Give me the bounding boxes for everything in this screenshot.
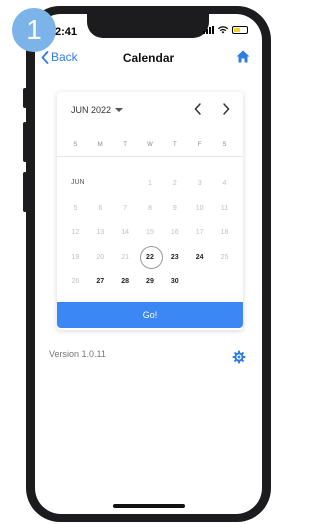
version-label: Version 1.0.11 [49,349,106,359]
step-badge: 1 [12,8,56,52]
week-row: 1 2 3 4 [63,172,237,197]
battery-icon [232,26,248,34]
volume-down-button [23,172,27,212]
day-cell: 6 [98,204,103,212]
gear-icon[interactable] [232,350,246,364]
week-row: 5 6 7 8 9 10 11 [63,197,237,222]
day-cell: 8 [148,204,152,212]
day-cell: 17 [195,229,204,237]
home-indicator[interactable] [113,504,185,508]
day-cell: 26 [71,278,80,286]
day-cell: 21 [121,253,129,261]
day-cell: 1 [148,180,152,188]
day-cell[interactable]: 23 [162,248,187,268]
weekday-header: SMTWTFS [63,142,237,148]
day-cell[interactable]: 28 [113,272,138,292]
go-button[interactable]: Go! [57,302,243,328]
calendar-card: JUN 2022 SMTWTFS 1 2 3 4 5 6 7 8 9 10 11 12 13 14 15 16… [57,92,243,330]
day-cell: 20 [96,253,105,261]
day-grid: 1 2 3 4 5 6 7 8 9 10 11 12 13 14 15 16 17 18 19 20 21 22 23 24 2… [63,172,237,295]
calendar-header: JUN 2022 [57,92,243,128]
day-cell[interactable]: 30 [162,272,187,292]
day-cell: 13 [96,229,105,237]
day-cell: 7 [123,204,128,212]
weekday-label: M [97,142,103,148]
caret-down-icon [115,108,124,112]
day-cell[interactable]: 29 [138,272,163,292]
status-bar: 2:41 [35,14,262,42]
signal-icon [203,26,214,34]
month-selector[interactable]: JUN 2022 [71,105,124,115]
status-icons [203,26,248,34]
day-cell: 2 [172,180,177,188]
day-empty [88,174,113,194]
volume-up-button [23,122,27,162]
day-empty [212,272,237,292]
day-cell[interactable]: 24 [187,248,212,268]
day-cell: 14 [121,229,129,237]
day-cell: 25 [220,253,229,261]
day-cell: 16 [170,229,179,237]
prev-month-button[interactable] [191,101,205,117]
day-empty [113,174,138,194]
day-cell: 19 [71,253,80,261]
week-row: 19 20 21 22 23 24 25 [63,245,237,271]
day-cell: 11 [220,204,229,212]
weekday-label: S [73,142,78,148]
status-time: 2:41 [55,26,78,38]
divider [57,156,243,157]
weekday-label: T [172,142,177,148]
page-title: Calendar [122,51,175,65]
home-icon[interactable] [236,50,250,63]
week-row: 12 13 14 15 16 17 18 [63,221,237,246]
month-selector-label: JUN 2022 [71,105,112,115]
day-empty [187,272,212,292]
grid-month-label: JUN [71,179,85,186]
wifi-icon [218,26,228,34]
week-row: 26 27 28 29 30 [63,270,237,295]
next-month-button[interactable] [219,101,233,117]
nav-bar: Back Calendar [35,48,262,70]
day-cell: 9 [172,204,177,212]
day-cell: 3 [197,180,202,188]
day-cell-today[interactable]: 22 [138,245,163,269]
day-cell[interactable]: 27 [88,272,113,292]
phone-screen: 2:41 Back Calendar JUN 2022 S M T W T F … [35,14,262,514]
day-cell: 12 [71,229,80,237]
weekday-label: T [123,142,127,148]
weekday-label: F [197,142,202,148]
day-cell: 4 [222,180,227,188]
day-cell: 10 [195,204,204,212]
day-cell: 15 [146,229,154,237]
day-cell: 5 [73,204,78,212]
day-cell: 18 [220,229,229,237]
weekday-label: W [147,142,153,148]
weekday-label: S [222,142,227,148]
mute-switch [23,88,27,108]
